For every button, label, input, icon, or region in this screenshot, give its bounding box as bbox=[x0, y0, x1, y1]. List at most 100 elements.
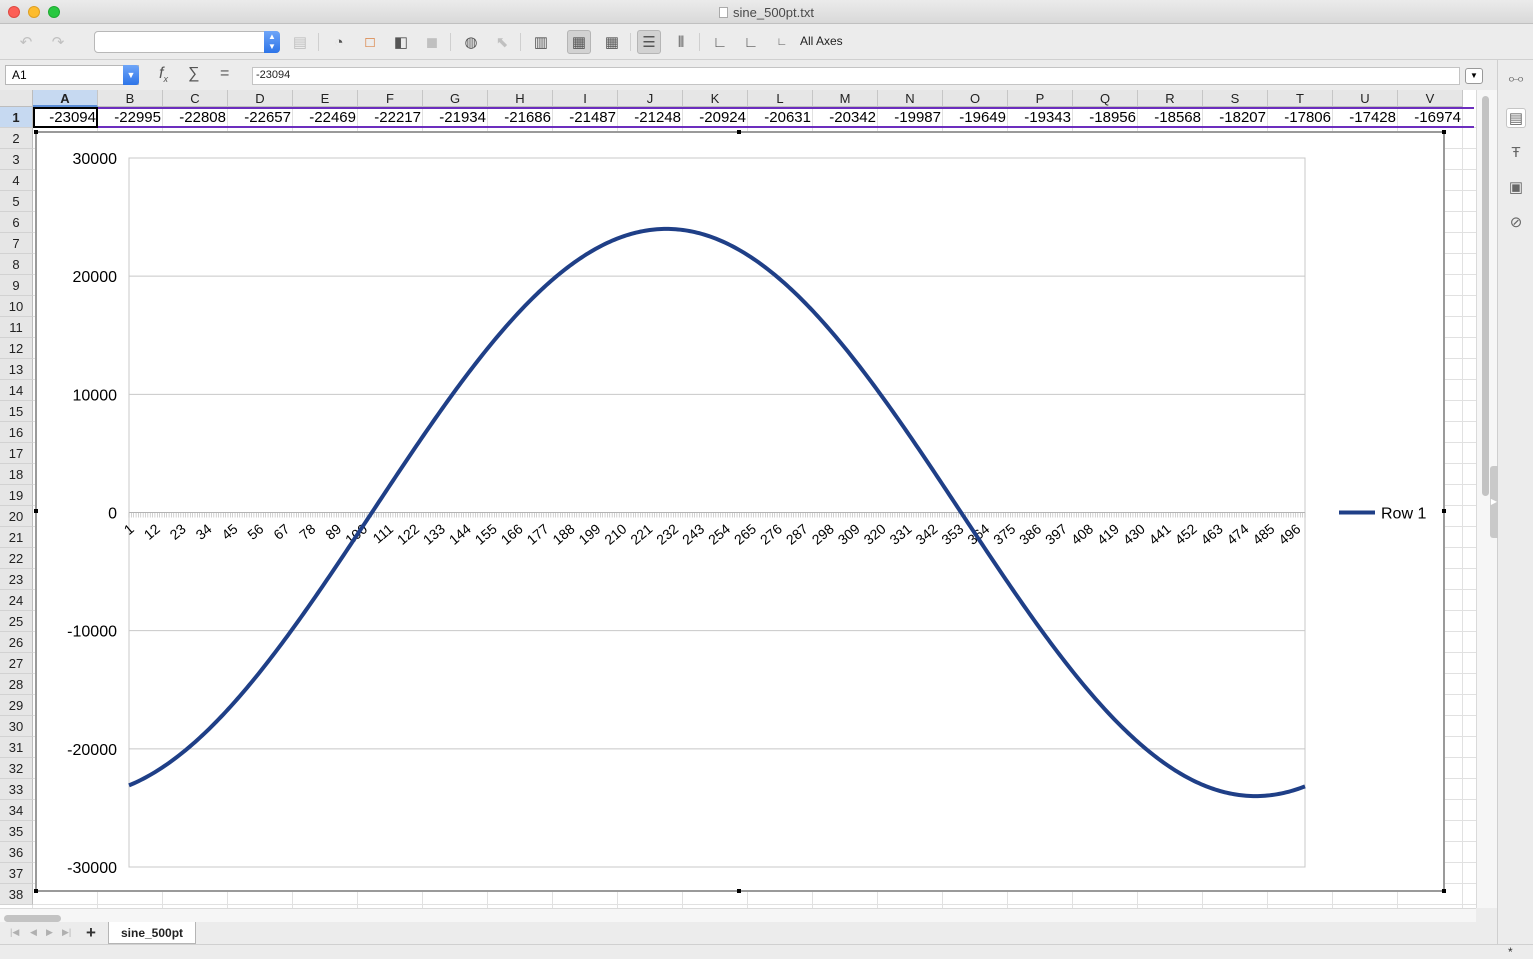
legend-icon[interactable]: ▦ bbox=[567, 30, 591, 54]
column-header-h[interactable]: H bbox=[488, 90, 553, 107]
resize-handle[interactable] bbox=[34, 509, 38, 513]
column-header-s[interactable]: S bbox=[1203, 90, 1268, 107]
column-header-b[interactable]: B bbox=[98, 90, 163, 107]
row-header-19[interactable]: 19 bbox=[0, 485, 33, 506]
previous-sheet-icon[interactable]: ◀ bbox=[30, 927, 37, 938]
insert-titles-icon[interactable]: ◍ bbox=[459, 30, 483, 54]
column-header-l[interactable]: L bbox=[748, 90, 813, 107]
chart-object[interactable]: 30000 20000 10000 0 -10000 -20000 -30000 1 12 23 3… bbox=[36, 132, 1444, 891]
row-header-29[interactable]: 29 bbox=[0, 695, 33, 716]
column-header-t[interactable]: T bbox=[1268, 90, 1333, 107]
row-header-15[interactable]: 15 bbox=[0, 401, 33, 422]
resize-handle[interactable] bbox=[1442, 130, 1446, 134]
resize-handle[interactable] bbox=[737, 889, 741, 893]
row-header-37[interactable]: 37 bbox=[0, 863, 33, 884]
row-header-21[interactable]: 21 bbox=[0, 527, 33, 548]
row-header-24[interactable]: 24 bbox=[0, 590, 33, 611]
navigator-icon[interactable]: ⊘ bbox=[1506, 213, 1526, 233]
row-header-23[interactable]: 23 bbox=[0, 569, 33, 590]
row-header-20[interactable]: 20 bbox=[0, 506, 33, 527]
sidebar-collapse-grip[interactable]: ▶ bbox=[1490, 466, 1498, 538]
data-table-icon[interactable]: ▦ bbox=[600, 30, 624, 54]
vertical-grids-icon[interactable]: ⦀ bbox=[669, 30, 693, 54]
sum-icon[interactable]: ∑ bbox=[188, 65, 199, 83]
name-box[interactable]: A1 ▼ bbox=[5, 65, 139, 85]
column-header-m[interactable]: M bbox=[813, 90, 878, 107]
sheet-tab-sine-500pt[interactable]: sine_500pt bbox=[108, 922, 197, 944]
chart-title-icon[interactable]: ▥ bbox=[529, 30, 553, 54]
row-header-8[interactable]: 8 bbox=[0, 254, 33, 275]
column-header-f[interactable]: F bbox=[358, 90, 423, 107]
next-sheet-icon[interactable]: ▶ bbox=[46, 927, 53, 938]
row-header-27[interactable]: 27 bbox=[0, 653, 33, 674]
line-chart[interactable]: 3000020000100000-10000-20000-300001 12 23 3… bbox=[37, 133, 1445, 892]
row-header-34[interactable]: 34 bbox=[0, 800, 33, 821]
chevron-down-icon[interactable]: ▼ bbox=[123, 65, 139, 85]
row-header-12[interactable]: 12 bbox=[0, 338, 33, 359]
column-header-g[interactable]: G bbox=[423, 90, 488, 107]
function-wizard-icon[interactable]: fx bbox=[159, 65, 168, 84]
chart-area-icon[interactable]: ◧ bbox=[389, 30, 413, 54]
column-header-v[interactable]: V bbox=[1398, 90, 1463, 107]
undo-icon[interactable]: ↶ bbox=[14, 30, 38, 54]
add-sheet-button[interactable]: + bbox=[86, 923, 96, 943]
first-sheet-icon[interactable]: |◀ bbox=[10, 927, 19, 938]
row-header-2[interactable]: 2 bbox=[0, 128, 33, 149]
chart-properties-icon[interactable]: ▤ bbox=[1506, 108, 1526, 128]
row-header-10[interactable]: 10 bbox=[0, 296, 33, 317]
column-header-j[interactable]: J bbox=[618, 90, 683, 107]
row-header-9[interactable]: 9 bbox=[0, 275, 33, 296]
chart-type-icon[interactable]: ◔ bbox=[327, 30, 351, 54]
row-header-6[interactable]: 6 bbox=[0, 212, 33, 233]
row-header-32[interactable]: 32 bbox=[0, 758, 33, 779]
row-header-17[interactable]: 17 bbox=[0, 443, 33, 464]
row-header-36[interactable]: 36 bbox=[0, 842, 33, 863]
expand-formula-icon[interactable]: ▼ bbox=[1465, 68, 1483, 84]
chart-element-select[interactable]: ▲ ▼ bbox=[94, 31, 280, 53]
row-header-30[interactable]: 30 bbox=[0, 716, 33, 737]
row-header-13[interactable]: 13 bbox=[0, 359, 33, 380]
row-header-38[interactable]: 38 bbox=[0, 884, 33, 905]
column-header-q[interactable]: Q bbox=[1073, 90, 1138, 107]
row-header-26[interactable]: 26 bbox=[0, 632, 33, 653]
resize-handle[interactable] bbox=[34, 889, 38, 893]
resize-handle[interactable] bbox=[34, 130, 38, 134]
row-header-7[interactable]: 7 bbox=[0, 233, 33, 254]
redo-icon[interactable]: ↷ bbox=[46, 30, 70, 54]
resize-handle[interactable] bbox=[1442, 889, 1446, 893]
row-header-14[interactable]: 14 bbox=[0, 380, 33, 401]
column-header-i[interactable]: I bbox=[553, 90, 618, 107]
formula-equals-icon[interactable]: = bbox=[220, 65, 229, 83]
x-axis-icon[interactable]: ∟ bbox=[708, 30, 732, 54]
styles-icon[interactable]: Ŧ bbox=[1506, 143, 1526, 163]
column-header-r[interactable]: R bbox=[1138, 90, 1203, 107]
column-header-c[interactable]: C bbox=[163, 90, 228, 107]
horizontal-grids-icon[interactable]: ☰ bbox=[637, 30, 661, 54]
row-header-3[interactable]: 3 bbox=[0, 149, 33, 170]
column-header-a[interactable]: A bbox=[33, 90, 98, 107]
properties-sliders-icon[interactable]: ⧟ bbox=[1506, 69, 1526, 89]
gallery-icon[interactable]: ▣ bbox=[1506, 178, 1526, 198]
row-header-35[interactable]: 35 bbox=[0, 821, 33, 842]
row-header-11[interactable]: 11 bbox=[0, 317, 33, 338]
column-header-u[interactable]: U bbox=[1333, 90, 1398, 107]
format-selection-icon[interactable]: ▤ bbox=[288, 30, 312, 54]
row-header-1[interactable]: 1 bbox=[0, 107, 33, 128]
row-header-22[interactable]: 22 bbox=[0, 548, 33, 569]
row-header-16[interactable]: 16 bbox=[0, 422, 33, 443]
resize-handle[interactable] bbox=[737, 130, 741, 134]
legend-entry[interactable]: Row 1 bbox=[1381, 506, 1426, 523]
all-axes-label[interactable]: All Axes bbox=[800, 34, 843, 48]
3d-view-icon[interactable]: ◼ bbox=[420, 30, 444, 54]
row-header-31[interactable]: 31 bbox=[0, 737, 33, 758]
column-header-n[interactable]: N bbox=[878, 90, 943, 107]
chevron-updown-icon[interactable]: ▲ ▼ bbox=[264, 31, 280, 53]
column-header-o[interactable]: O bbox=[943, 90, 1008, 107]
column-header-d[interactable]: D bbox=[228, 90, 293, 107]
horizontal-scroll-thumb[interactable] bbox=[4, 915, 61, 922]
all-axes-icon[interactable]: ∟ bbox=[770, 30, 794, 54]
legend-on-off-icon[interactable]: ⬉ bbox=[490, 30, 514, 54]
y-axis-icon[interactable]: ∟ bbox=[739, 30, 763, 54]
column-header-e[interactable]: E bbox=[293, 90, 358, 107]
row-header-33[interactable]: 33 bbox=[0, 779, 33, 800]
